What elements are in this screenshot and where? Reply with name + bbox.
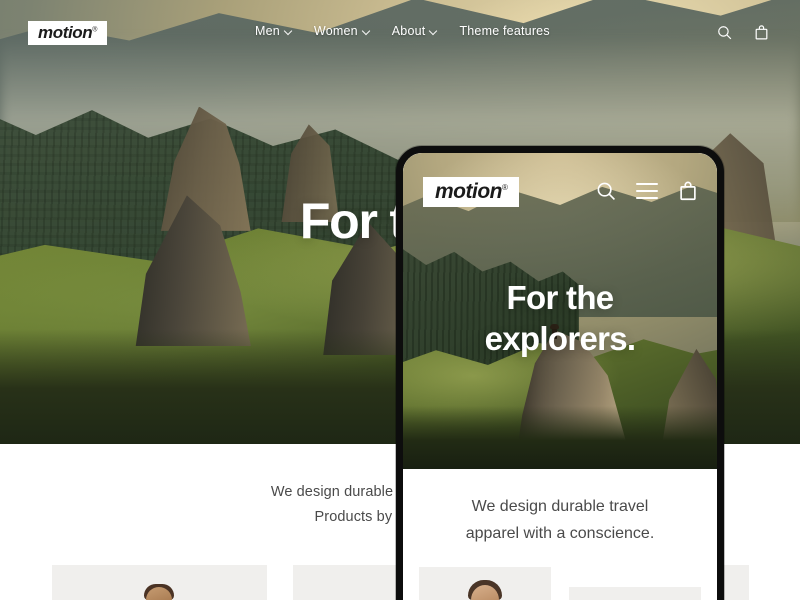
- desktop-header: motion® Men Women About Theme features: [0, 0, 800, 66]
- mobile-intro-text: We design durable travel apparel with a …: [403, 493, 717, 547]
- chevron-down-icon: [285, 28, 292, 35]
- nav-item-men[interactable]: Men: [255, 24, 292, 38]
- mobile-logo-text: motion: [435, 180, 502, 203]
- menu-bar: [636, 183, 658, 185]
- desktop-header-actions: [716, 24, 770, 41]
- chevron-down-icon: [363, 28, 370, 35]
- product-card[interactable]: [51, 565, 267, 600]
- nav-label-men: Men: [255, 24, 280, 38]
- mobile-headline-line-1: For the: [506, 279, 615, 316]
- mobile-hero-headline: For the explorers.: [403, 277, 717, 359]
- mobile-logo-registered-mark: ®: [501, 183, 508, 192]
- site-logo[interactable]: motion®: [28, 21, 108, 45]
- chevron-down-icon: [430, 28, 437, 35]
- menu-bar: [636, 190, 658, 192]
- mobile-screen: motion® For the explorers. We design dur…: [403, 153, 717, 600]
- product-card[interactable]: [569, 587, 701, 600]
- nav-label-theme-features: Theme features: [459, 24, 550, 38]
- cart-icon[interactable]: [753, 24, 770, 41]
- mobile-product-grid: [403, 567, 717, 600]
- logo-registered-mark: ®: [92, 26, 98, 34]
- product-card[interactable]: [419, 567, 551, 600]
- nav-item-women[interactable]: Women: [314, 24, 370, 38]
- screenshot-stage: motion® Men Women About Theme features F…: [0, 0, 800, 600]
- nav-item-theme-features[interactable]: Theme features: [459, 24, 549, 38]
- mobile-device-mockup: motion® For the explorers. We design dur…: [396, 146, 724, 600]
- cart-icon[interactable]: [677, 180, 699, 202]
- mobile-headline-line-2: explorers.: [484, 320, 636, 357]
- menu-icon[interactable]: [636, 183, 658, 199]
- logo-text: motion: [38, 23, 93, 42]
- search-icon[interactable]: [716, 24, 733, 41]
- mobile-header: motion®: [403, 153, 717, 223]
- mobile-header-actions: [595, 180, 699, 202]
- mobile-intro-line-1: We design durable travel: [471, 498, 649, 515]
- desktop-main-nav: Men Women About Theme features: [255, 24, 550, 38]
- nav-item-about[interactable]: About: [392, 24, 438, 38]
- search-icon[interactable]: [595, 180, 617, 202]
- mobile-intro-line-2: apparel with a conscience.: [465, 525, 655, 542]
- nav-label-about: About: [391, 24, 426, 38]
- mobile-hero-foreground-shadow: [403, 405, 717, 469]
- menu-bar: [636, 197, 658, 199]
- mobile-site-logo[interactable]: motion®: [423, 177, 520, 207]
- nav-label-women: Women: [313, 24, 358, 38]
